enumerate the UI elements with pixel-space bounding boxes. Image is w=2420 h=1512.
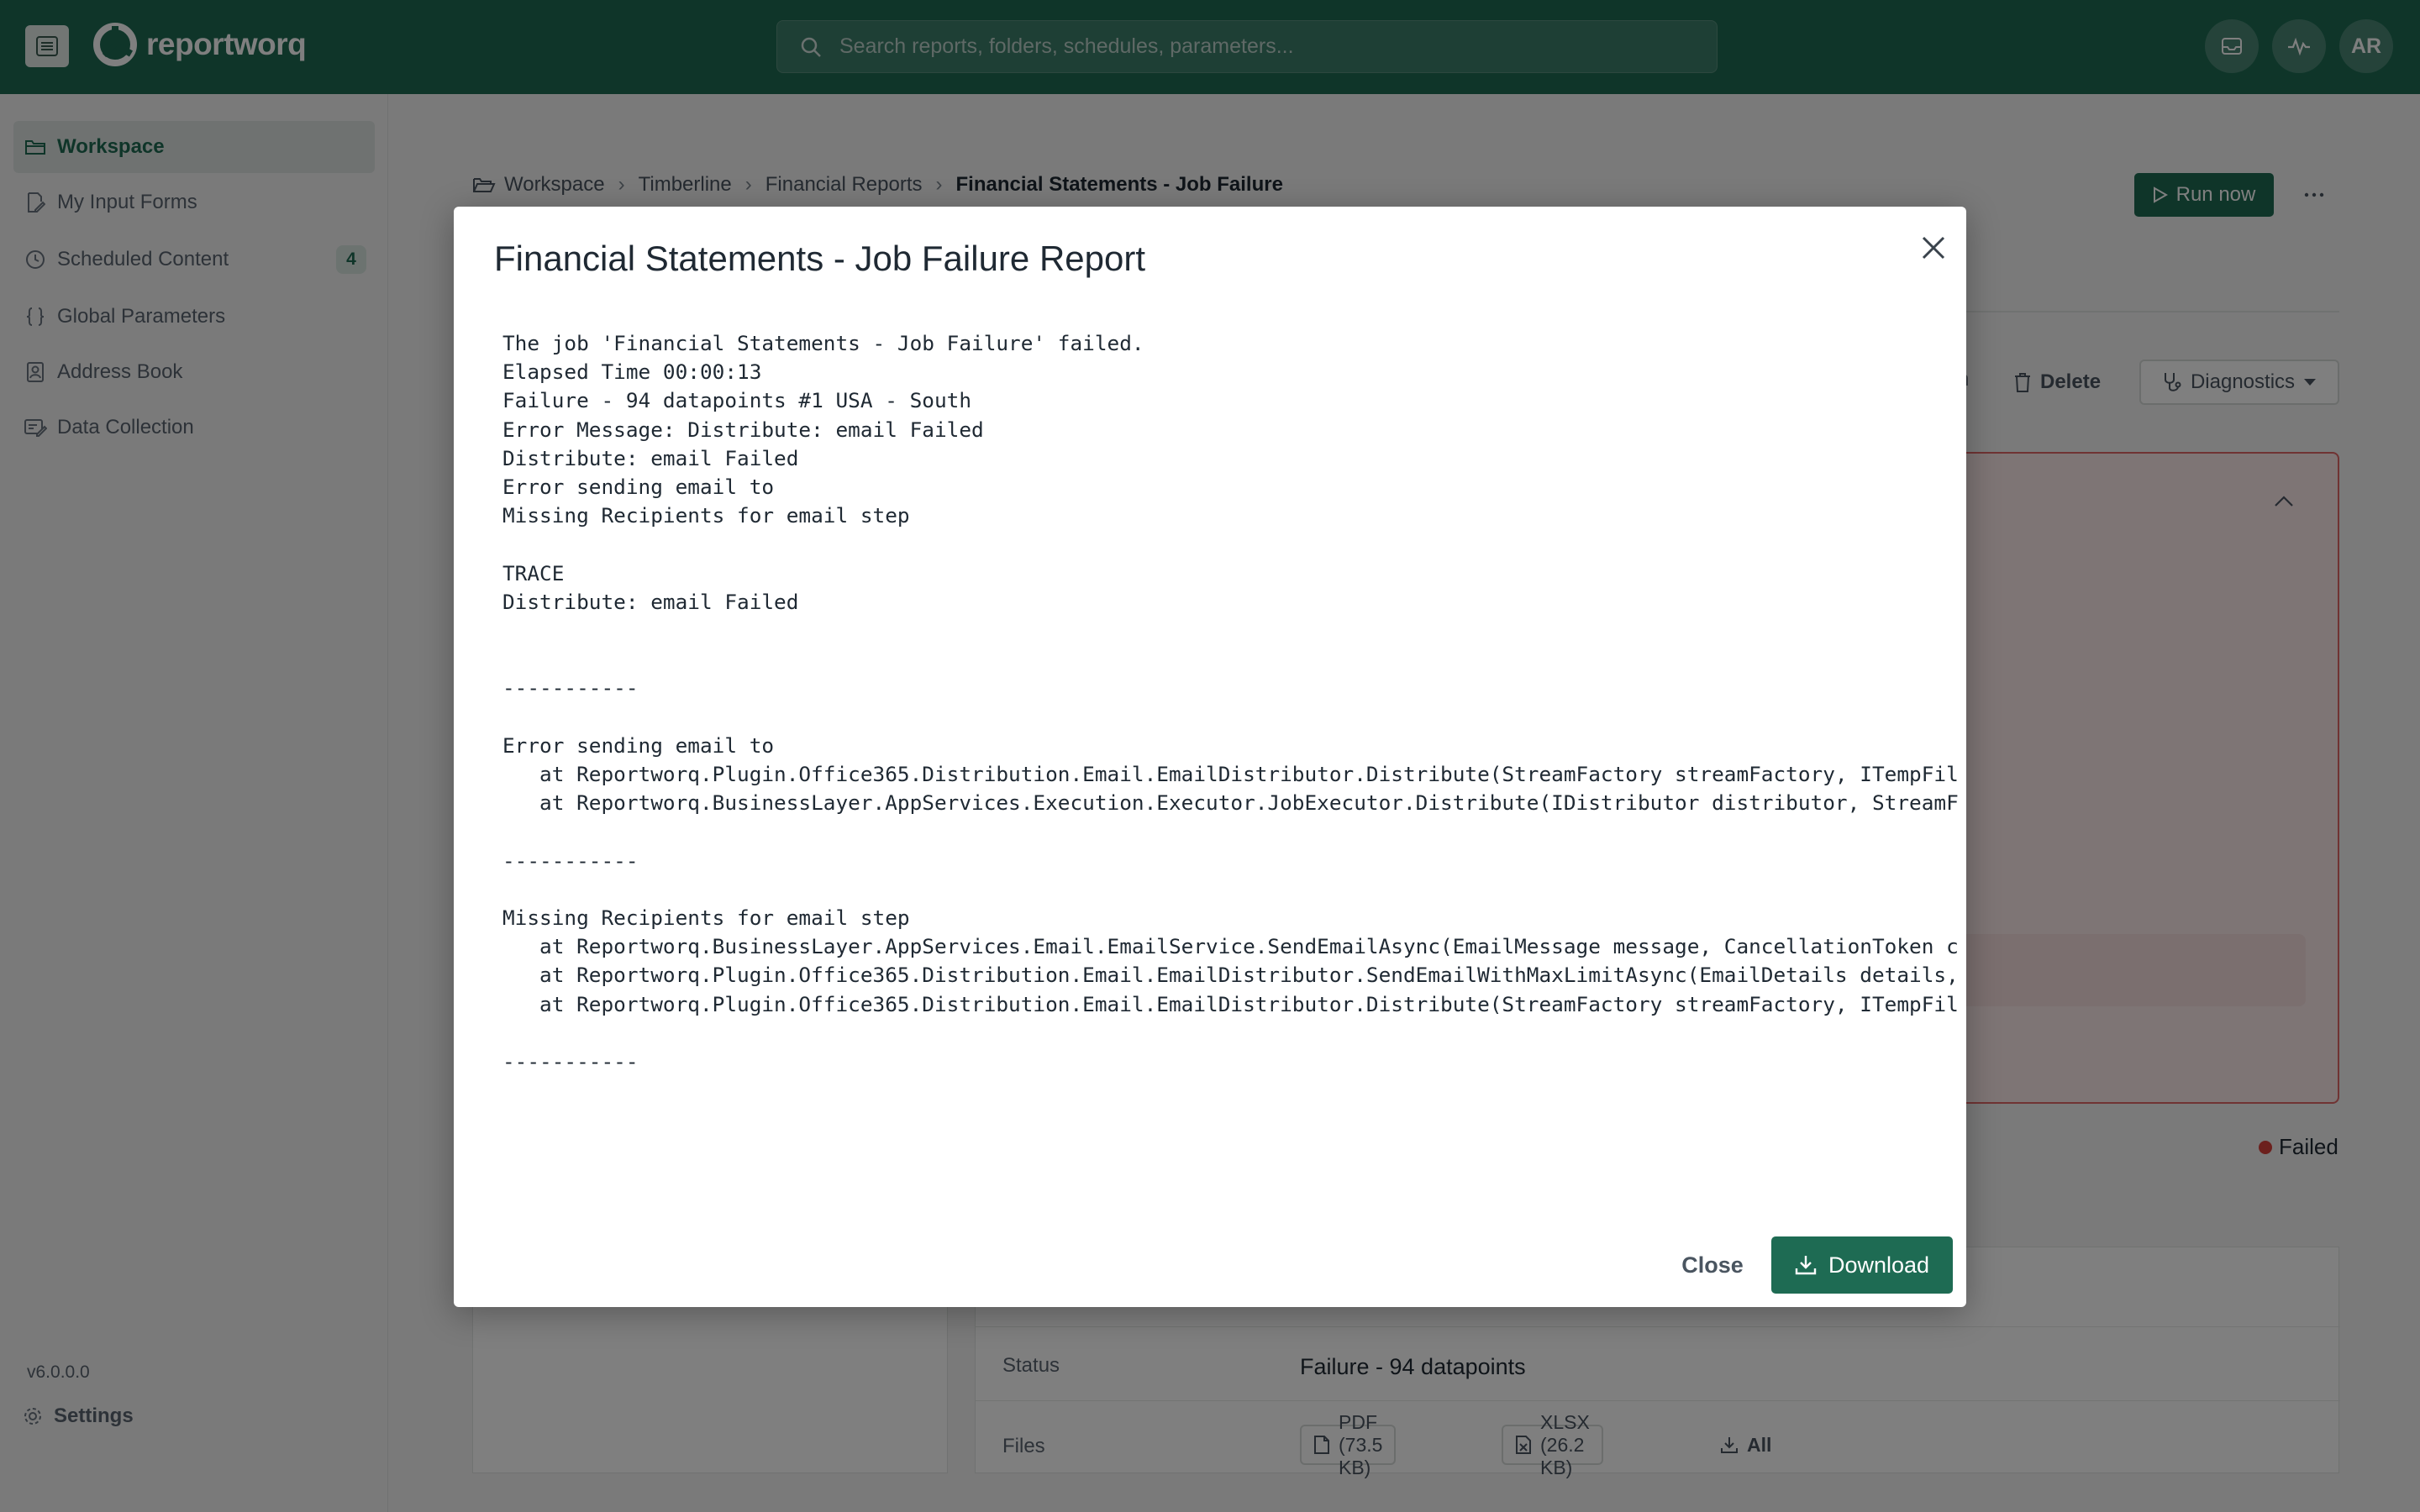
failure-log: The job 'Financial Statements - Job Fail… (502, 329, 1966, 1194)
dialog-title: Financial Statements - Job Failure Repor… (494, 239, 1146, 278)
download-button[interactable]: Download (1771, 1236, 1953, 1294)
download-label: Download (1828, 1252, 1930, 1278)
close-label: Close (1681, 1252, 1744, 1278)
download-icon (1795, 1254, 1817, 1276)
dialog-close-button[interactable] (1912, 227, 1954, 269)
close-button[interactable]: Close (1672, 1238, 1753, 1292)
close-icon (1921, 235, 1946, 260)
job-failure-report-dialog: Financial Statements - Job Failure Repor… (454, 207, 1966, 1307)
failure-log-text: The job 'Financial Statements - Job Fail… (502, 331, 1959, 1074)
